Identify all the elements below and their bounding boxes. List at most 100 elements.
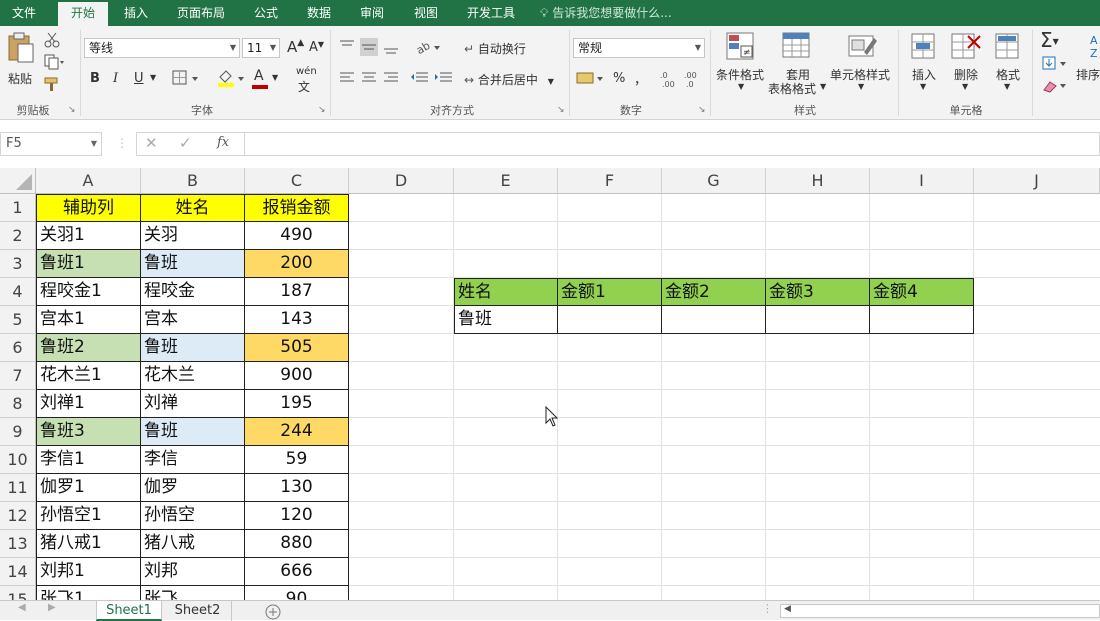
lookup-header-cell[interactable]: 金额3 bbox=[766, 278, 870, 306]
decimal-icons[interactable]: .0.00 .00.0 bbox=[660, 70, 704, 88]
row-header[interactable]: 3 bbox=[0, 250, 36, 278]
sheet-tab-sheet1[interactable]: Sheet1 bbox=[96, 601, 162, 621]
amount-cell[interactable]: 900 bbox=[245, 362, 349, 390]
amount-cell[interactable]: 90 bbox=[245, 586, 349, 600]
name-cell[interactable]: 张飞 bbox=[141, 586, 245, 600]
row-header[interactable]: 6 bbox=[0, 334, 36, 362]
row-header[interactable]: 13 bbox=[0, 530, 36, 558]
name-cell[interactable]: 刘邦 bbox=[141, 558, 245, 586]
tell-me-box[interactable]: 💡︎ 告诉我您想要做什么... bbox=[540, 0, 672, 26]
row-header[interactable]: 1 bbox=[0, 194, 36, 222]
number-launcher-icon[interactable]: ↘ bbox=[698, 105, 706, 115]
column-header-h[interactable]: H bbox=[766, 168, 870, 194]
amount-cell[interactable]: 200 bbox=[245, 250, 349, 278]
amount-cell[interactable]: 880 bbox=[245, 530, 349, 558]
column-header-i[interactable]: I bbox=[870, 168, 974, 194]
clipboard-launcher-icon[interactable]: ↘ bbox=[68, 105, 76, 115]
chevron-down-icon[interactable]: ▼ bbox=[272, 73, 278, 82]
paste-button[interactable]: 粘贴 bbox=[4, 32, 38, 92]
formula-input[interactable] bbox=[244, 132, 1100, 156]
horizontal-scrollbar[interactable]: ◀ bbox=[780, 604, 1100, 618]
amount-cell[interactable]: 490 bbox=[245, 222, 349, 250]
tab-review[interactable]: 审阅 bbox=[350, 0, 394, 26]
scroll-left-icon[interactable]: ◀ bbox=[784, 604, 791, 614]
column-header-b[interactable]: B bbox=[141, 168, 245, 194]
horizontal-align-icons[interactable] bbox=[338, 70, 402, 86]
column-header-a[interactable]: A bbox=[36, 168, 141, 194]
aux-cell[interactable]: 鲁班2 bbox=[36, 334, 141, 362]
row-header[interactable]: 14 bbox=[0, 558, 36, 586]
lookup-header-cell[interactable]: 金额4 bbox=[870, 278, 974, 306]
font-launcher-icon[interactable]: ↘ bbox=[318, 105, 326, 115]
name-cell[interactable]: 花木兰 bbox=[141, 362, 245, 390]
format-as-table-button[interactable]: 套用 表格格式 ▼ bbox=[768, 30, 826, 98]
row-header[interactable]: 8 bbox=[0, 390, 36, 418]
worksheet-grid[interactable]: ABCDEFGHIJ 1 2 3 4 5 6 7 8 9 10 11 12 13 14 15 辅助列 姓名 报销… bbox=[0, 168, 1100, 600]
aux-cell[interactable]: 猪八戒1 bbox=[36, 530, 141, 558]
column-header-c[interactable]: C bbox=[245, 168, 349, 194]
font-color-button[interactable]: A bbox=[252, 68, 268, 89]
table-header-cell[interactable]: 报销金额 bbox=[245, 194, 349, 222]
sheet-tab-sheet2[interactable]: Sheet2 bbox=[164, 601, 232, 621]
add-sheet-icon[interactable] bbox=[264, 603, 282, 621]
tab-developer[interactable]: 开发工具 bbox=[458, 0, 524, 26]
name-cell[interactable]: 宫本 bbox=[141, 306, 245, 334]
shrink-font-button[interactable]: A▼ bbox=[309, 40, 324, 55]
aux-cell[interactable]: 孙悟空1 bbox=[36, 502, 141, 530]
wrap-text-button[interactable]: ↵ 自动换行 bbox=[464, 40, 526, 57]
table-header-cell[interactable]: 辅助列 bbox=[36, 194, 141, 222]
lookup-value-cell[interactable] bbox=[766, 306, 870, 334]
tab-view[interactable]: 视图 bbox=[404, 0, 448, 26]
borders-icon[interactable] bbox=[172, 70, 202, 86]
clear-icon[interactable] bbox=[1042, 78, 1070, 94]
name-cell[interactable]: 鲁班 bbox=[141, 250, 245, 278]
aux-cell[interactable]: 刘禅1 bbox=[36, 390, 141, 418]
chevron-down-icon[interactable]: ▼ bbox=[150, 73, 156, 82]
vertical-align-icons[interactable] bbox=[338, 38, 418, 56]
autosum-button[interactable]: Σ▼ bbox=[1040, 28, 1059, 52]
row-header[interactable]: 2 bbox=[0, 222, 36, 250]
column-header-e[interactable]: E bbox=[454, 168, 558, 194]
amount-cell[interactable]: 187 bbox=[245, 278, 349, 306]
aux-cell[interactable]: 李信1 bbox=[36, 446, 141, 474]
font-name-select[interactable]: 等线 ▼ bbox=[84, 38, 240, 58]
amount-cell[interactable]: 195 bbox=[245, 390, 349, 418]
bold-button[interactable]: B bbox=[90, 71, 100, 86]
alignment-launcher-icon[interactable]: ↘ bbox=[557, 105, 565, 115]
fill-color-icon[interactable] bbox=[216, 68, 250, 88]
format-cells-button[interactable]: 格式 ▼ bbox=[990, 30, 1026, 98]
name-cell[interactable]: 鲁班 bbox=[141, 418, 245, 446]
amount-cell[interactable]: 666 bbox=[245, 558, 349, 586]
sheet-prev-icon[interactable]: ◀ bbox=[18, 602, 26, 613]
aux-cell[interactable]: 程咬金1 bbox=[36, 278, 141, 306]
table-header-cell[interactable]: 姓名 bbox=[141, 194, 245, 222]
copy-icon[interactable] bbox=[44, 54, 66, 70]
name-cell[interactable]: 鲁班 bbox=[141, 334, 245, 362]
tab-data[interactable]: 数据 bbox=[296, 0, 342, 26]
aux-cell[interactable]: 鲁班1 bbox=[36, 250, 141, 278]
percent-button[interactable]: % bbox=[613, 71, 625, 86]
amount-cell[interactable]: 130 bbox=[245, 474, 349, 502]
sheet-next-icon[interactable]: ▶ bbox=[48, 602, 56, 613]
cancel-icon[interactable]: ✕ bbox=[145, 134, 158, 152]
aux-cell[interactable]: 刘邦1 bbox=[36, 558, 141, 586]
lookup-header-cell[interactable]: 金额1 bbox=[558, 278, 662, 306]
conditional-format-button[interactable]: ≠ 条件格式 ▼ bbox=[716, 30, 768, 98]
name-cell[interactable]: 关羽 bbox=[141, 222, 245, 250]
tab-formulas[interactable]: 公式 bbox=[244, 0, 288, 26]
aux-cell[interactable]: 关羽1 bbox=[36, 222, 141, 250]
amount-cell[interactable]: 244 bbox=[245, 418, 349, 446]
column-header-d[interactable]: D bbox=[349, 168, 454, 194]
merge-center-button[interactable]: ↔ 合并后居中 ▼ bbox=[464, 71, 554, 88]
aux-cell[interactable]: 伽罗1 bbox=[36, 474, 141, 502]
row-header[interactable]: 11 bbox=[0, 474, 36, 502]
row-header[interactable]: 7 bbox=[0, 362, 36, 390]
tab-insert[interactable]: 插入 bbox=[112, 0, 160, 26]
row-header[interactable]: 15 bbox=[0, 586, 36, 600]
row-header[interactable]: 10 bbox=[0, 446, 36, 474]
lookup-value-cell[interactable] bbox=[870, 306, 974, 334]
phonetic-button[interactable]: wén 文 bbox=[296, 66, 317, 94]
aux-cell[interactable]: 花木兰1 bbox=[36, 362, 141, 390]
name-box[interactable]: F5 ▼ bbox=[0, 132, 102, 156]
name-cell[interactable]: 刘禅 bbox=[141, 390, 245, 418]
